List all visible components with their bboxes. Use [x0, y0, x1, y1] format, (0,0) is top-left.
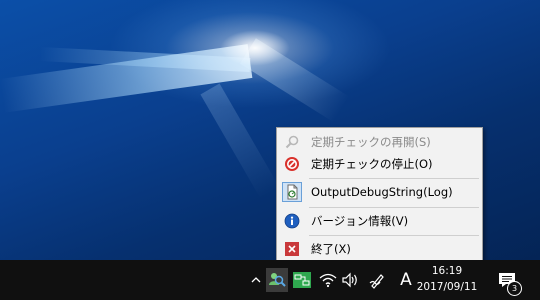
ime-mode-indicator[interactable]: A: [396, 270, 416, 290]
menu-item-exit[interactable]: 終了(X): [279, 238, 480, 260]
log-document-icon: [279, 181, 305, 203]
menu-item-label: 定期チェックの再開(S): [311, 135, 431, 149]
menu-item-label: OutputDebugString(Log): [311, 185, 453, 199]
menu-separator: [309, 178, 479, 179]
chevron-up-icon: [251, 277, 261, 283]
show-hidden-icons-button[interactable]: [246, 270, 266, 290]
pen-ink-icon[interactable]: [368, 270, 388, 290]
notification-count-badge: 3: [507, 281, 522, 296]
menu-item-stop-check[interactable]: 定期チェックの停止(O): [279, 153, 480, 175]
menu-item-resume-check[interactable]: 定期チェックの再開(S): [279, 131, 480, 153]
close-icon: [279, 238, 305, 260]
tray-context-menu: 定期チェックの再開(S) 定期チェックの停止(O) OutputDebugStr…: [276, 127, 483, 261]
wallpaper-light-beam: [200, 83, 280, 199]
menu-item-output-debug-log[interactable]: OutputDebugString(Log): [279, 181, 480, 203]
stop-icon: [279, 153, 305, 175]
taskbar: A 16:19 2017/09/11 3: [0, 260, 540, 300]
volume-icon[interactable]: [340, 270, 360, 290]
clock-date: 2017/09/11: [416, 281, 478, 293]
green-app-icon: [293, 272, 311, 288]
wifi-icon[interactable]: [318, 270, 338, 290]
menu-item-label: 終了(X): [311, 242, 351, 256]
app-tray-icon[interactable]: [266, 268, 288, 292]
magnifier-person-icon: [269, 273, 286, 287]
clock[interactable]: 16:19 2017/09/11: [416, 263, 478, 297]
info-icon: [279, 210, 305, 232]
menu-item-version-info[interactable]: バージョン情報(V): [279, 210, 480, 232]
menu-item-label: バージョン情報(V): [311, 214, 409, 228]
menu-separator: [309, 235, 479, 236]
menu-separator: [309, 207, 479, 208]
network-tool-tray-icon[interactable]: [292, 270, 312, 290]
clock-time: 16:19: [431, 265, 463, 277]
wallpaper-glow: [220, 30, 290, 66]
search-icon: [279, 131, 305, 153]
menu-item-label: 定期チェックの停止(O): [311, 157, 433, 171]
